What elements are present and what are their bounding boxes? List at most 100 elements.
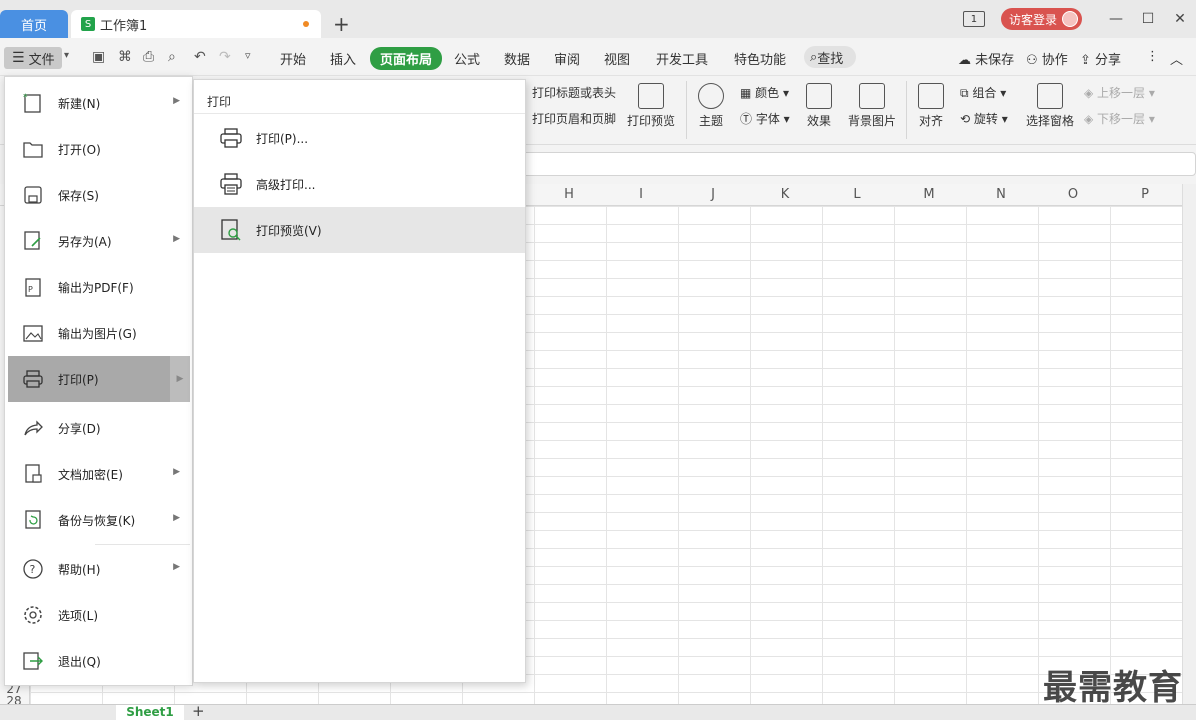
background-image-button[interactable]: 背景图片 <box>846 83 898 129</box>
tab-formulas[interactable]: 公式 <box>454 49 480 68</box>
tab-features[interactable]: 特色功能 <box>734 49 786 68</box>
fonts-button[interactable]: Ⓣ 字体 ▾ <box>740 110 790 127</box>
customize-icon[interactable]: ▿ <box>245 49 251 62</box>
column-header-k[interactable]: K <box>749 187 821 202</box>
image-icon <box>859 83 885 109</box>
print-preview-button[interactable]: 打印预览 <box>626 83 676 129</box>
title-bar: 首页 S 工作簿1 + 1 访客登录 — ☐ ✕ <box>0 0 1196 38</box>
file-menu-item-save-as[interactable]: 另存为(A) ▶ <box>8 218 190 264</box>
file-menu-button[interactable]: ☰ 文件 <box>4 47 62 69</box>
svg-text:?: ? <box>30 563 36 576</box>
printer-icon <box>218 125 244 151</box>
file-menu-item-options[interactable]: 选项(L) <box>8 592 190 638</box>
align-icon <box>918 83 944 109</box>
redo-icon[interactable]: ↷ <box>219 49 231 65</box>
column-header-n[interactable]: N <box>965 187 1037 202</box>
file-menu-item-export-image[interactable]: 输出为图片(G) <box>8 310 190 356</box>
file-menu-item-encrypt[interactable]: 文档加密(E) ▶ <box>8 451 190 497</box>
file-menu-label: 打印(P) <box>58 372 99 387</box>
menu-bar: ☰ 文件 ▾ ▣ ⌘ ⎙ ⌕ ↶ ↷ ▿ 开始 插入 页面布局 公式 数据 审阅… <box>0 38 1196 76</box>
column-header-i[interactable]: I <box>605 187 677 202</box>
new-tab-button[interactable]: + <box>333 12 350 36</box>
tab-data[interactable]: 数据 <box>504 49 530 68</box>
formula-input[interactable] <box>520 152 1196 176</box>
effects-label: 效果 <box>806 114 831 128</box>
column-header-m[interactable]: M <box>893 187 965 202</box>
search-button[interactable]: ⌕ 查找 <box>804 46 856 68</box>
align-button[interactable]: 对齐 <box>914 83 948 129</box>
tab-document[interactable]: S 工作簿1 <box>71 10 321 38</box>
file-menu-item-help[interactable]: ? 帮助(H) ▶ <box>8 546 190 592</box>
file-menu-item-exit[interactable]: 退出(Q) <box>8 638 190 684</box>
print-preview-ribbon-icon <box>638 83 664 109</box>
file-menu-item-share[interactable]: 分享(D) <box>8 405 190 451</box>
chevron-down-icon[interactable]: ▾ <box>64 50 69 61</box>
effects-button[interactable]: 效果 <box>802 83 836 129</box>
file-menu-divider <box>95 544 190 545</box>
file-menu-item-backup[interactable]: 备份与恢复(K) ▶ <box>8 497 190 543</box>
add-sheet-button[interactable]: + <box>192 702 205 720</box>
maximize-button[interactable]: ☐ <box>1132 11 1164 27</box>
save-icon[interactable]: ▣ <box>92 49 105 65</box>
background-label: 背景图片 <box>847 114 896 128</box>
theme-button[interactable]: 主题 <box>694 83 728 129</box>
column-header-p[interactable]: P <box>1109 187 1181 202</box>
collab-button[interactable]: ⚇ 协作 <box>1026 49 1068 68</box>
bring-forward-button[interactable]: ◈ 上移一层 ▾ <box>1084 84 1155 101</box>
print-submenu-item-print-preview[interactable]: 打印预览(V) <box>194 207 525 253</box>
tab-developer[interactable]: 开发工具 <box>656 49 708 68</box>
folder-icon <box>22 138 44 160</box>
tab-home[interactable]: 首页 <box>0 10 68 38</box>
tab-page-layout[interactable]: 页面布局 <box>370 47 443 70</box>
format-painter-icon[interactable]: ⌘ <box>118 49 132 65</box>
file-label: 文件 <box>28 52 55 68</box>
minimize-button[interactable]: — <box>1100 11 1132 27</box>
share-button[interactable]: ⇪ 分享 <box>1080 49 1121 68</box>
rotate-label: 旋转 <box>973 112 998 126</box>
more-icon[interactable]: ⋮ <box>1146 49 1159 64</box>
print-submenu-label: 打印(P)... <box>256 131 309 146</box>
file-menu-panel: * 新建(N) ▶ 打开(O) 保存(S) 另存为(A) ▶ P 输出为PDF(… <box>4 76 193 686</box>
file-menu-item-new[interactable]: * 新建(N) ▶ <box>8 80 190 126</box>
print-preview-icon[interactable]: ⌕ <box>168 49 176 65</box>
print-submenu-item-advanced-print[interactable]: 高级打印... <box>194 161 525 207</box>
login-button[interactable]: 访客登录 <box>1000 8 1082 30</box>
tab-view[interactable]: 视图 <box>604 49 630 68</box>
print-submenu-title: 打印 <box>207 95 232 109</box>
print-header-footer-button[interactable]: 打印页眉和页脚 <box>532 110 616 127</box>
tab-start[interactable]: 开始 <box>280 49 306 68</box>
close-button[interactable]: ✕ <box>1164 11 1196 27</box>
svg-text:*: * <box>23 93 28 103</box>
colors-label: 颜色 <box>755 86 780 100</box>
group-button[interactable]: ⧉ 组合 ▾ <box>960 84 1006 101</box>
rotate-button[interactable]: ⟲ 旋转 ▾ <box>960 110 1008 127</box>
theme-label: 主题 <box>698 114 723 128</box>
colors-button[interactable]: ▦ 颜色 ▾ <box>740 84 789 101</box>
sheet-tab[interactable]: Sheet1 <box>116 705 184 720</box>
vertical-scrollbar[interactable] <box>1182 184 1196 704</box>
file-menu-item-export-pdf[interactable]: P 输出为PDF(F) <box>8 264 190 310</box>
file-menu-item-save[interactable]: 保存(S) <box>8 172 190 218</box>
backup-icon <box>22 509 44 531</box>
file-menu-item-print[interactable]: 打印(P) ▶ <box>8 356 190 402</box>
help-icon: ? <box>22 558 44 580</box>
print-submenu-label: 高级打印... <box>256 177 316 192</box>
undo-icon[interactable]: ↶ <box>194 49 206 65</box>
file-menu-label: 输出为图片(G) <box>58 326 137 341</box>
send-backward-button[interactable]: ◈ 下移一层 ▾ <box>1084 110 1155 127</box>
tab-review[interactable]: 审阅 <box>554 49 580 68</box>
column-header-h[interactable]: H <box>533 187 605 202</box>
column-header-o[interactable]: O <box>1037 187 1109 202</box>
column-header-l[interactable]: L <box>821 187 893 202</box>
file-menu-label: 选项(L) <box>58 608 99 623</box>
selection-pane-button[interactable]: 选择窗格 <box>1024 83 1076 129</box>
print-titles-button[interactable]: 打印标题或表头 <box>532 84 616 101</box>
print-submenu-item-print[interactable]: 打印(P)... <box>194 115 525 161</box>
tab-insert[interactable]: 插入 <box>330 49 356 68</box>
file-menu-item-open[interactable]: 打开(O) <box>8 126 190 172</box>
collapse-ribbon-icon[interactable]: ︿ <box>1170 49 1183 68</box>
column-header-j[interactable]: J <box>677 187 749 202</box>
print-icon[interactable]: ⎙ <box>143 49 154 65</box>
unsaved-button[interactable]: ☁ 未保存 <box>958 49 1014 68</box>
window-count-icon[interactable]: 1 <box>962 11 985 27</box>
